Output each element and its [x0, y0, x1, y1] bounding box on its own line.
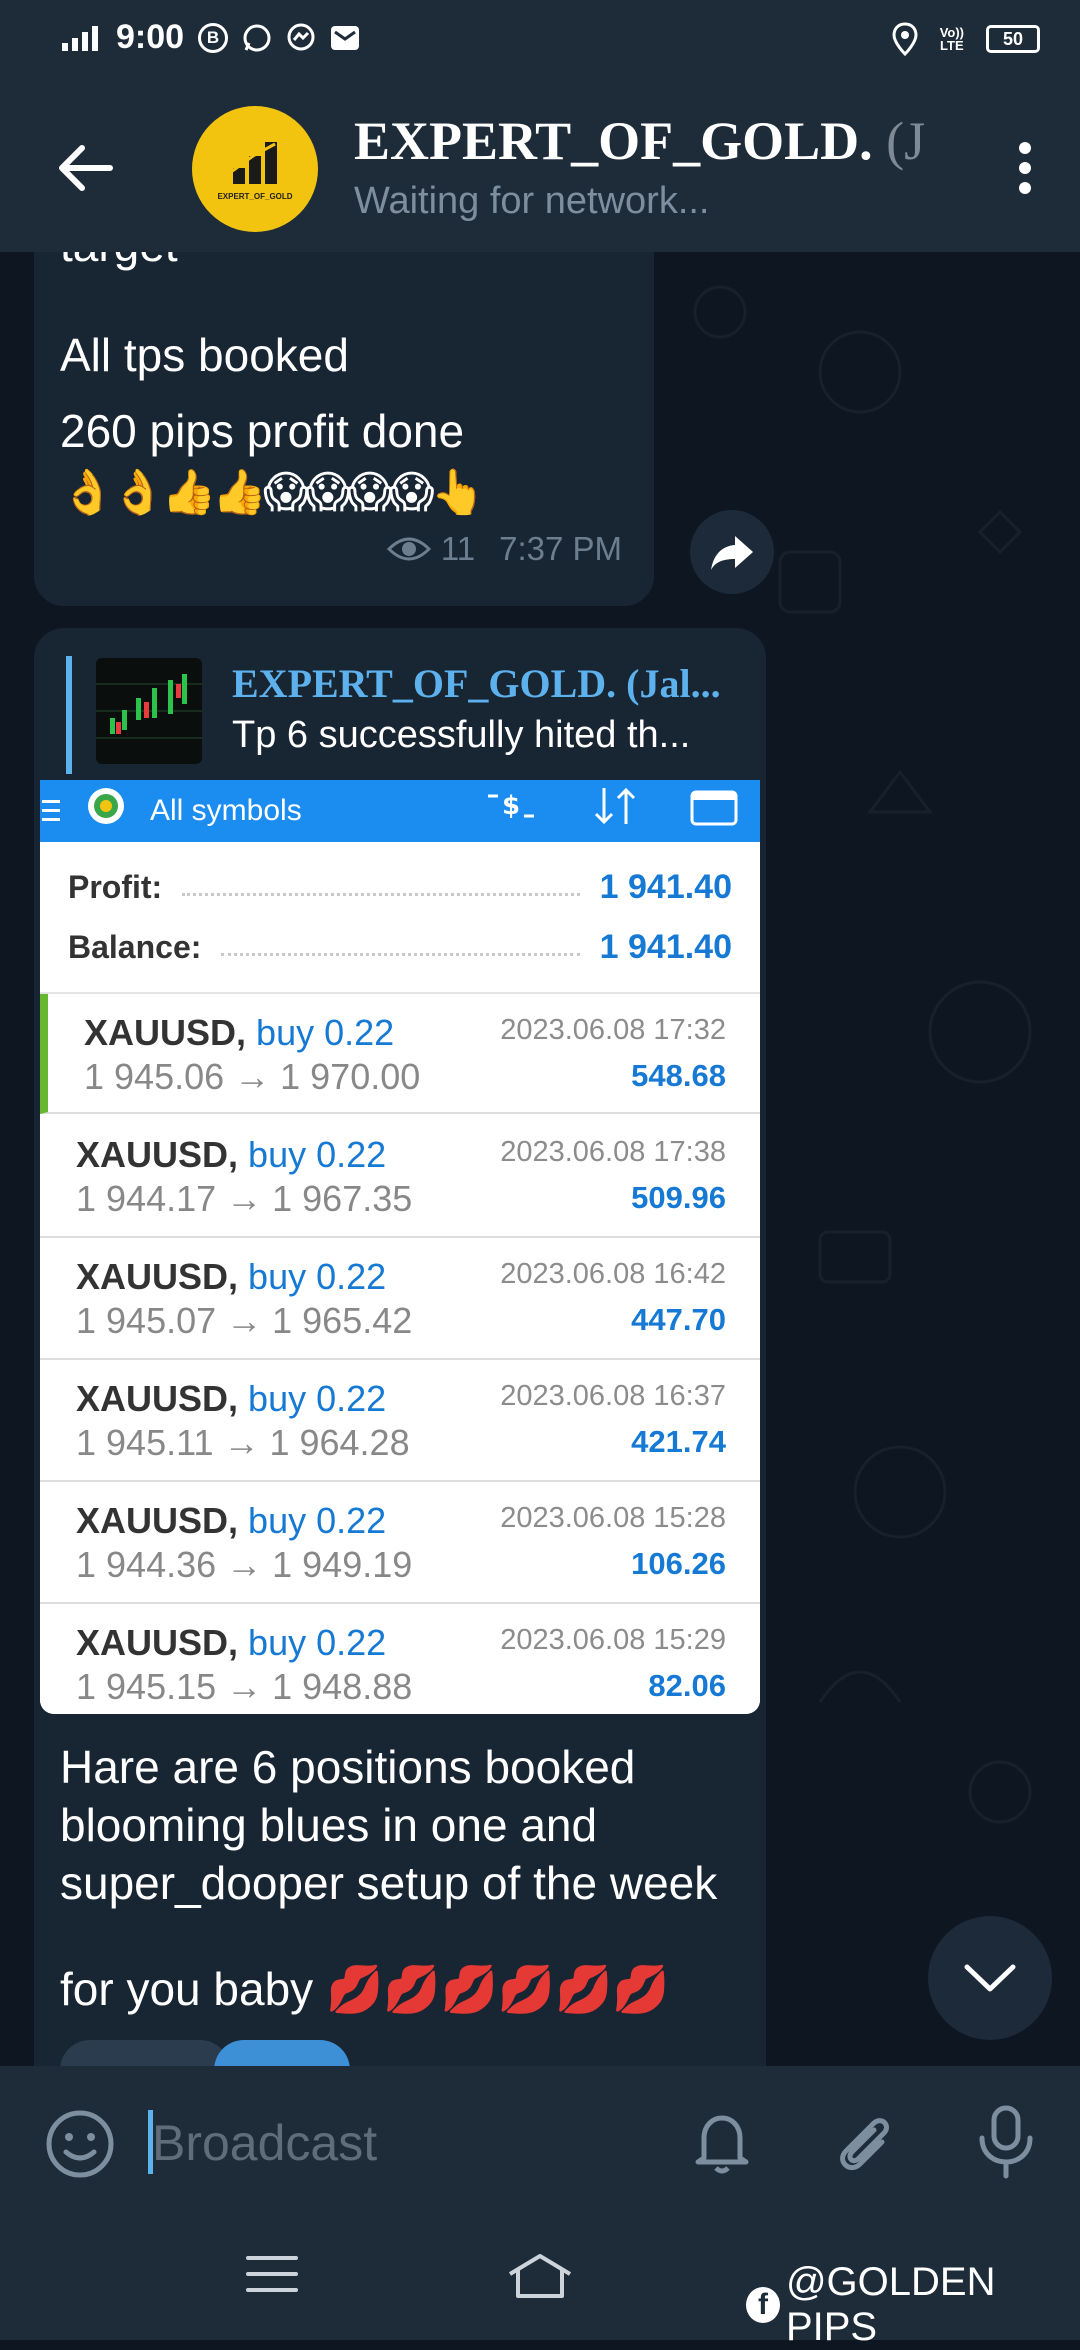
message-text: super_dooper setup of the week: [60, 1857, 718, 1909]
message-text: for you baby 💋💋💋💋💋💋: [60, 1963, 670, 2015]
channel-title[interactable]: EXPERT_OF_GOLD. (J: [354, 110, 944, 172]
sort-icon: [594, 787, 636, 825]
volte-icon: Vo)) LTE: [939, 25, 964, 53]
message-text: Hare are 6 positions booked: [60, 1741, 636, 1793]
reaction-chip[interactable]: [60, 2040, 230, 2066]
attach-icon[interactable]: [828, 2106, 900, 2178]
home-icon[interactable]: [504, 2252, 576, 2300]
message-text: blooming blues in one and: [60, 1799, 598, 1851]
message-text: All tps booked: [60, 329, 349, 381]
screenshot-toolbar: All symbols $: [40, 780, 760, 842]
watermark: f @GOLDEN PIPS: [746, 2260, 1080, 2350]
status-bar: 9:00 B Vo)) LTE 50: [0, 0, 1080, 84]
microphone-icon[interactable]: [970, 2104, 1042, 2180]
message-bubble[interactable]: target All tps booked 260 pips profit do…: [34, 252, 654, 606]
chevron-down-icon: [964, 1964, 1016, 1992]
battery-indicator: 50: [986, 25, 1040, 53]
watermark-text: @GOLDEN PIPS: [785, 2260, 996, 2349]
emoji-icon[interactable]: [44, 2108, 116, 2180]
calendar-icon: [690, 790, 738, 826]
position-row: XAUUSD, buy 0.22 1 944.36 → 1 949.19 202…: [40, 1482, 760, 1604]
location-icon: [892, 22, 918, 56]
profit-row: Profit: 1 941.40: [68, 867, 732, 906]
globe-logo-icon: [88, 788, 124, 824]
position-row: XAUUSD, buy 0.22 1 944.17 → 1 967.35 202…: [40, 1116, 760, 1238]
connection-status: Waiting for network...: [354, 180, 710, 222]
reply-preview[interactable]: EXPERT_OF_GOLD. (Jal... Tp 6 successfull…: [66, 656, 752, 774]
broadcast-input[interactable]: Broadcast: [152, 2114, 377, 2172]
svg-text:$: $: [502, 791, 520, 821]
whatsapp-icon: [243, 24, 271, 51]
share-arrow-icon: [711, 536, 753, 570]
balance-row: Balance: 1 941.40: [68, 927, 732, 966]
back-arrow-icon[interactable]: [50, 132, 122, 204]
clock: 9:00: [116, 18, 185, 56]
scroll-down-button[interactable]: [928, 1916, 1052, 2040]
channel-avatar[interactable]: EXPERT_OF_GOLD: [192, 106, 318, 232]
position-row: XAUUSD, buy 0.22 1 945.15 → 1 948.88 202…: [40, 1604, 760, 1714]
facebook-icon: f: [746, 2287, 780, 2323]
recent-apps-icon[interactable]: [244, 2252, 300, 2296]
share-button[interactable]: [690, 510, 774, 594]
chat-header: EXPERT_OF_GOLD EXPERT_OF_GOLD. (J Waitin…: [0, 84, 1080, 252]
chat-area[interactable]: target All tps booked 260 pips profit do…: [0, 252, 1080, 2066]
position-row: XAUUSD, buy 0.22 1 945.07 → 1 965.42 202…: [40, 1238, 760, 1360]
mail-icon: [331, 25, 360, 50]
candlestick-chart-thumbnail: [96, 674, 202, 739]
position-row: XAUUSD, buy 0.22 1 945.06 → 1 970.00 202…: [40, 994, 760, 1114]
b-notification-icon: B: [198, 22, 229, 53]
signal-icon: [62, 25, 98, 51]
currency-icon: $: [488, 791, 534, 821]
message-text-partial: target: [60, 252, 178, 272]
system-navigation-bar: f @GOLDEN PIPS: [0, 2214, 1080, 2349]
more-options-icon[interactable]: [1010, 142, 1040, 202]
message-text: 260 pips profit done: [60, 405, 465, 457]
hamburger-icon: [42, 800, 60, 821]
reply-text: Tp 6 successfully hited th...: [232, 714, 691, 756]
avatar-label: EXPERT_OF_GOLD: [217, 191, 293, 201]
messenger-icon: [287, 23, 315, 50]
views-eye-icon: [386, 537, 431, 561]
message-emojis: 👌👌👍👍😱😱😱😱👆: [60, 468, 485, 517]
reply-thumbnail: [96, 658, 202, 764]
screenshot-filter-label: All symbols: [150, 794, 302, 827]
reaction-chip[interactable]: [214, 2040, 350, 2066]
account-summary: Profit: 1 941.40 Balance: 1 941.40: [40, 842, 760, 994]
trade-history-screenshot[interactable]: All symbols $ Profit: 1 941.40 Balance: …: [40, 780, 760, 1714]
bell-icon[interactable]: [686, 2106, 758, 2178]
message-time: 7:37 PM: [499, 530, 622, 567]
message-input-bar: Broadcast: [0, 2066, 1080, 2214]
message-meta: 11 7:37 PM: [386, 530, 622, 568]
gold-bars-logo-icon: [230, 141, 277, 184]
position-row: XAUUSD, buy 0.22 1 945.11 → 1 964.28 202…: [40, 1360, 760, 1482]
message-bubble[interactable]: EXPERT_OF_GOLD. (Jal... Tp 6 successfull…: [34, 628, 766, 2066]
views-count: 11: [440, 530, 476, 567]
reply-title: EXPERT_OF_GOLD. (Jal...: [232, 661, 721, 706]
